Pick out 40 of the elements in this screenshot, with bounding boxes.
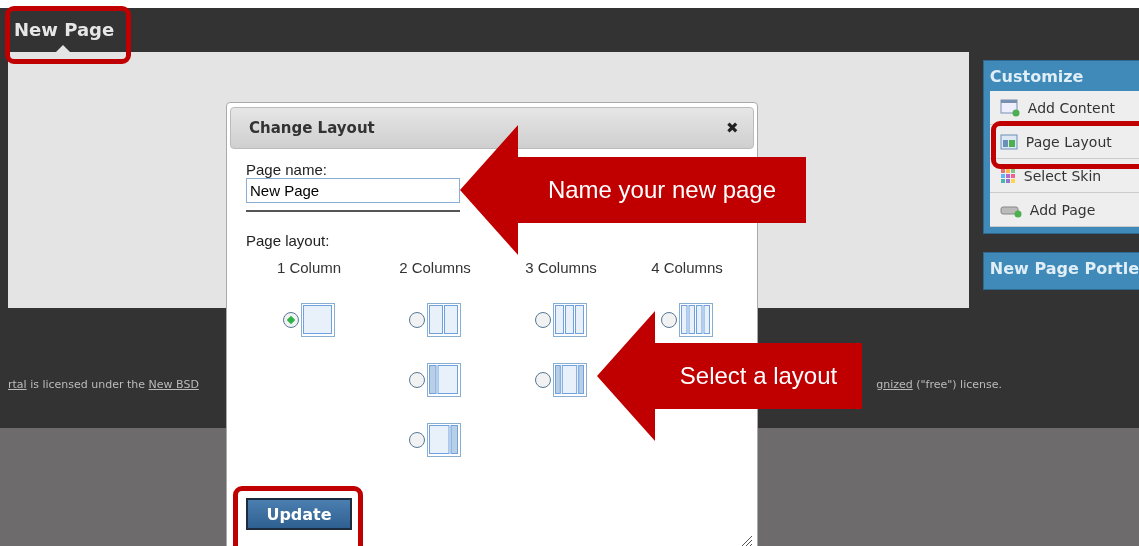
footer-text: ("free") license. (915, 378, 1002, 391)
menu-item[interactable]: Page Layout (989, 125, 1139, 159)
layout-icon (679, 303, 713, 337)
callout-text: Name your new page (546, 175, 778, 205)
radio-button[interactable] (535, 312, 551, 328)
footer-link[interactable]: New BSD (148, 378, 199, 391)
radio-button[interactable] (661, 312, 677, 328)
radio-button[interactable] (409, 372, 425, 388)
layout-icon (427, 423, 461, 457)
dialog-title: Change Layout (249, 119, 375, 137)
close-button[interactable]: ✖ (726, 119, 739, 137)
callout-text: Select a layout (678, 361, 839, 391)
field-label: Page name: (246, 161, 328, 178)
layout-icon (427, 303, 461, 337)
radio-button[interactable] (283, 312, 299, 328)
radio-button[interactable] (409, 432, 425, 448)
layout-icon (999, 133, 1018, 150)
column-label: 4 Columns (651, 259, 723, 276)
layout-icon (553, 303, 587, 337)
radio-button[interactable] (409, 312, 425, 328)
menu-item[interactable]: Add Page (989, 193, 1139, 227)
layout-icon (301, 303, 335, 337)
palette-grid-icon (999, 167, 1016, 184)
update-button[interactable]: Update (246, 498, 352, 530)
layout-icon (427, 363, 461, 397)
resize-grip-icon (741, 535, 753, 546)
page-name-field[interactable]: New Page (246, 178, 460, 203)
page-tab[interactable]: New Page (14, 19, 115, 52)
footer-text: is licensed under the (29, 378, 147, 391)
column-label: 1 Column (276, 259, 342, 276)
column-label: 3 Columns (525, 259, 597, 276)
panel-title: New Page Portle (989, 258, 1139, 280)
layout-icon (553, 363, 587, 397)
window-plus-icon (999, 98, 1020, 117)
radio-button[interactable] (535, 372, 551, 388)
field-label: Page layout: (246, 232, 331, 249)
panel-title: Customize (989, 66, 1085, 88)
footer-link[interactable]: gnized (876, 378, 913, 391)
footer-link[interactable]: rtal (8, 378, 27, 391)
column-label: 2 Columns (399, 259, 471, 276)
